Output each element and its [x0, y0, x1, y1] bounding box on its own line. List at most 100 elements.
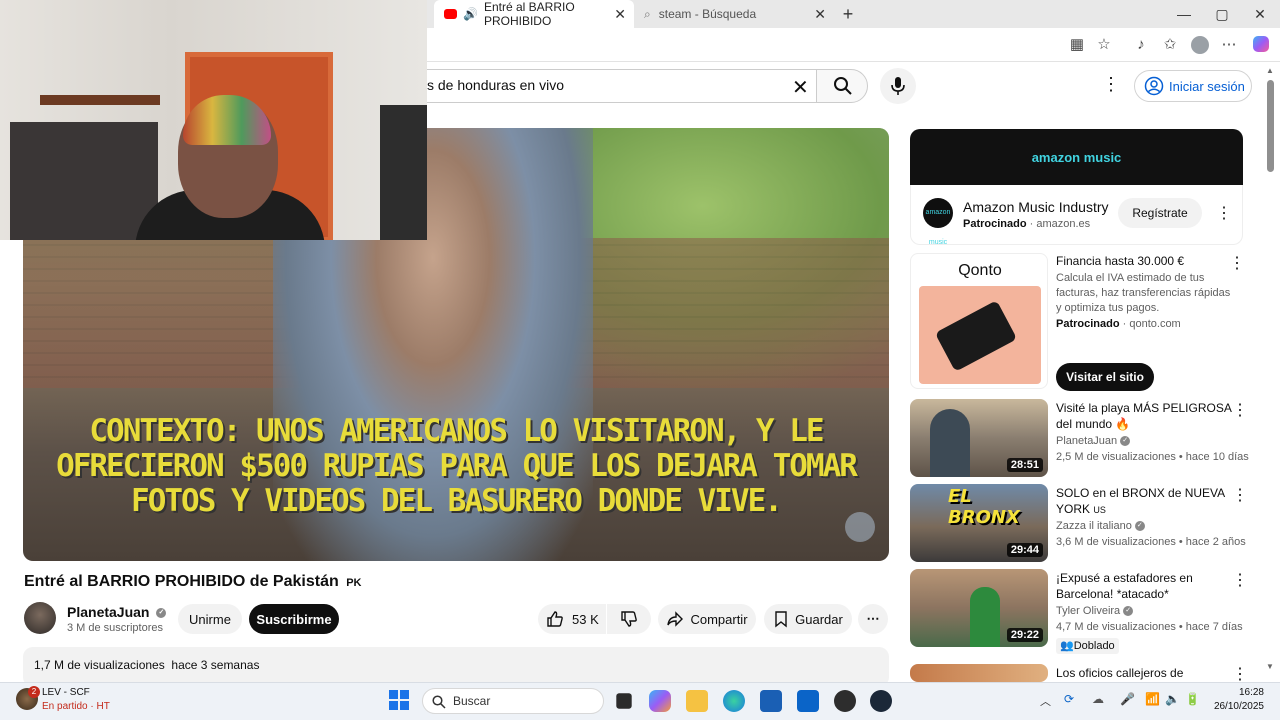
- video-title[interactable]: Los oficios callejeros de: [1056, 665, 1236, 681]
- video-thumbnail[interactable]: 28:51: [910, 399, 1048, 477]
- video-channel[interactable]: PlanetaJuan ✓: [1056, 434, 1131, 449]
- join-button[interactable]: Unirme: [178, 604, 242, 634]
- video-thumbnail[interactable]: 29:22: [910, 569, 1048, 647]
- qonto-ad-thumbnail[interactable]: Qonto: [910, 253, 1048, 389]
- battery-icon[interactable]: 🔋: [1185, 692, 1200, 706]
- outlook-icon[interactable]: [797, 690, 819, 712]
- speaker-icon[interactable]: 🔊: [463, 7, 478, 21]
- tab-video[interactable]: 🔊 Entré al BARRIO PROHIBIDO ✕: [434, 0, 634, 28]
- webcam-shelf: [40, 95, 160, 105]
- share-button[interactable]: Compartir: [658, 604, 756, 634]
- dislike-button[interactable]: [607, 604, 651, 634]
- video-title[interactable]: ¡Expusé a estafadores en Barcelona! *ata…: [1056, 570, 1236, 602]
- thumbnail-text: EL BRONX: [948, 486, 1020, 528]
- video-title[interactable]: Visité la playa MÁS PELIGROSA del mundo …: [1056, 400, 1236, 432]
- taskbar-search[interactable]: Buscar: [422, 688, 604, 714]
- store-icon[interactable]: [760, 690, 782, 712]
- like-button[interactable]: 53 K: [538, 604, 606, 634]
- file-explorer-icon[interactable]: [686, 690, 708, 712]
- video-menu-icon[interactable]: ⋮: [1232, 664, 1248, 684]
- subscriber-count: 3 M de suscriptores: [67, 622, 163, 634]
- search-button[interactable]: [816, 69, 868, 103]
- clock-time[interactable]: 16:28: [1222, 687, 1264, 698]
- register-button[interactable]: Regístrate: [1118, 198, 1202, 228]
- scrollbar-thumb[interactable]: [1267, 80, 1274, 172]
- tray-chevron-icon[interactable]: ︿: [1040, 693, 1051, 709]
- more-menu-icon[interactable]: ⋯: [1220, 36, 1238, 54]
- extension-icon[interactable]: ♪: [1132, 36, 1150, 54]
- search-tab-icon: ⌕: [644, 6, 651, 21]
- video-thumbnail[interactable]: EL BRONX 29:44: [910, 484, 1048, 562]
- subtitle-line: FOTOS Y VIDEOS DEL BASURERO DONDE VIVE.: [131, 483, 783, 519]
- tab-steam[interactable]: ⌕ steam - Búsqueda ✕: [634, 0, 834, 28]
- app-icon[interactable]: [834, 690, 856, 712]
- close-tab-icon[interactable]: ✕: [614, 6, 626, 23]
- voice-search-button[interactable]: [880, 68, 916, 104]
- qonto-ad-title[interactable]: Financia hasta 30.000 €: [1056, 253, 1236, 269]
- edge-browser-icon[interactable]: [723, 690, 745, 712]
- scroll-down-arrow[interactable]: ▼: [1266, 662, 1274, 671]
- copilot-icon[interactable]: [1252, 36, 1270, 54]
- close-window-button[interactable]: ✕: [1250, 4, 1270, 24]
- windows-start-icon[interactable]: [389, 690, 409, 710]
- new-tab-button[interactable]: +: [838, 4, 858, 24]
- clock-date[interactable]: 26/10/2025: [1208, 701, 1264, 712]
- video-channel[interactable]: Tyler Oliveira ✓: [1056, 604, 1134, 619]
- video-menu-icon[interactable]: ⋮: [1232, 485, 1248, 505]
- dubbed-label: Doblado: [1073, 640, 1115, 652]
- steam-icon[interactable]: [870, 690, 892, 712]
- channel-name[interactable]: PlanetaJuan ✓: [67, 604, 167, 620]
- favorites-icon[interactable]: ✩: [1161, 36, 1179, 54]
- subscribe-button[interactable]: Suscribirme: [249, 604, 339, 634]
- widget-subtitle: En partido · HT: [42, 701, 110, 712]
- account-icon: [1144, 76, 1164, 96]
- widget-title: LEV - SCF: [42, 687, 90, 698]
- amazon-ad-title[interactable]: Amazon Music Industry: [963, 199, 1109, 215]
- qonto-ad-sponsored: Patrocinado · qonto.com: [1056, 318, 1181, 330]
- more-actions-button[interactable]: ⋯: [858, 604, 888, 634]
- verified-icon: ✓: [1120, 436, 1131, 447]
- clear-search-icon[interactable]: ✕: [792, 75, 809, 100]
- profile-icon[interactable]: [1191, 36, 1209, 54]
- scroll-up-arrow[interactable]: ▲: [1266, 66, 1274, 75]
- verified-icon: ✓: [1134, 521, 1145, 532]
- onedrive-icon[interactable]: ☁: [1092, 692, 1104, 706]
- views-line: 1,7 M de visualizaciones hace 3 semanas: [34, 658, 260, 672]
- video-channel[interactable]: Zazza il italiano ✓: [1056, 519, 1145, 534]
- tray-app-icon[interactable]: ⟳: [1064, 692, 1074, 706]
- video-menu-icon[interactable]: ⋮: [1232, 570, 1248, 590]
- video-title-text: Entré al BARRIO PROHIBIDO de Pakistán: [24, 573, 339, 590]
- copilot-app-icon[interactable]: [649, 690, 671, 712]
- minimize-button[interactable]: —: [1174, 4, 1194, 24]
- duration-badge: 28:51: [1006, 458, 1043, 472]
- settings-menu-icon[interactable]: ⋮: [1102, 74, 1120, 95]
- webcam-rack: [380, 105, 427, 240]
- amazon-music-logo: amazon music: [923, 198, 953, 246]
- maximize-button[interactable]: ▢: [1212, 4, 1232, 24]
- video-thumbnail[interactable]: [910, 664, 1048, 682]
- favorite-star-icon[interactable]: ☆: [1095, 36, 1113, 54]
- grid-icon[interactable]: ▦: [1068, 36, 1086, 54]
- task-view-icon[interactable]: [616, 693, 632, 709]
- video-title[interactable]: SOLO en el BRONX de NUEVA YORK US: [1056, 485, 1236, 518]
- video-meta: 2,5 M de visualizaciones • hace 10 días: [1056, 451, 1249, 463]
- video-menu-icon[interactable]: ⋮: [1232, 400, 1248, 420]
- video-meta: 4,7 M de visualizaciones • hace 7 días: [1056, 621, 1243, 633]
- video-meta: 3,6 M de visualizaciones • hace 2 años: [1056, 536, 1246, 548]
- save-button[interactable]: Guardar: [764, 604, 852, 634]
- ad-menu-icon[interactable]: ⋮: [1216, 203, 1232, 223]
- verified-icon: ✓: [1123, 606, 1134, 617]
- sign-in-button[interactable]: Iniciar sesión: [1134, 70, 1252, 102]
- ad-menu-icon[interactable]: ⋮: [1229, 253, 1245, 273]
- volume-icon[interactable]: 🔈: [1165, 692, 1180, 706]
- close-tab-icon[interactable]: ✕: [814, 6, 826, 23]
- amazon-ad-banner[interactable]: amazon music: [910, 129, 1243, 185]
- microphone-tray-icon[interactable]: 🎤: [1120, 692, 1135, 706]
- channel-watermark[interactable]: [845, 512, 875, 542]
- like-count: 53 K: [572, 611, 599, 627]
- channel-avatar[interactable]: [24, 602, 56, 634]
- channel-name-text: PlanetaJuan: [67, 604, 150, 620]
- visit-site-button[interactable]: Visitar el sitio: [1056, 363, 1154, 391]
- wifi-icon[interactable]: 📶: [1145, 692, 1160, 706]
- sponsored-label: Patrocinado: [1056, 318, 1120, 330]
